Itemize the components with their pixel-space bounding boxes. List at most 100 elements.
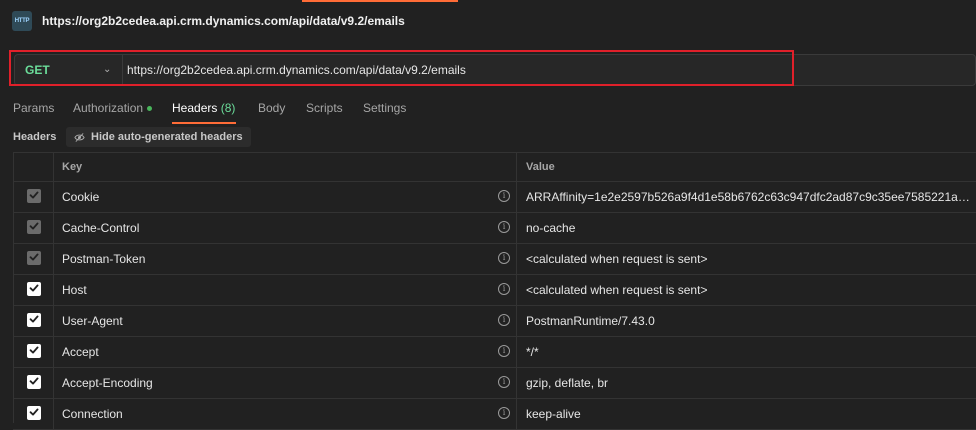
info-icon[interactable]: i (498, 252, 510, 264)
table-row[interactable]: Host i <calculated when request is sent> (13, 275, 976, 306)
header-key: Host (62, 283, 87, 297)
value-cell[interactable]: <calculated when request is sent> (517, 244, 976, 274)
request-tabs: Params Authorization Headers (8) Body Sc… (0, 94, 976, 124)
value-cell[interactable]: gzip, deflate, br (517, 368, 976, 398)
header-key-cell: Key (53, 152, 517, 181)
header-enabled-checkbox[interactable] (27, 189, 41, 203)
table-row[interactable]: Postman-Token i <calculated when request i… (13, 244, 976, 275)
header-value: gzip, deflate, br (526, 376, 609, 390)
header-key: Cache-Control (62, 221, 140, 235)
tab-label: Params (13, 101, 55, 115)
header-key: Connection (62, 407, 123, 421)
http-icon: HTTP (12, 11, 32, 31)
key-cell[interactable]: Accept i (53, 337, 517, 367)
hide-button-label: Hide auto-generated headers (91, 131, 243, 143)
info-icon[interactable]: i (498, 283, 510, 295)
header-key: Cookie (62, 190, 100, 204)
header-enabled-checkbox[interactable] (27, 344, 41, 358)
auth-indicator-dot (147, 106, 153, 112)
key-cell[interactable]: Connection i (53, 399, 517, 429)
key-cell[interactable]: Postman-Token i (53, 244, 517, 274)
check-cell (13, 306, 54, 336)
value-cell[interactable]: <calculated when request is sent> (517, 275, 976, 305)
key-column-header: Key (62, 161, 83, 173)
tab-label: Body (258, 101, 286, 115)
info-icon[interactable]: i (498, 221, 510, 233)
header-key: Accept (62, 345, 99, 359)
header-enabled-checkbox[interactable] (27, 313, 41, 327)
tab-body[interactable]: Body (258, 101, 285, 115)
checkmark-icon (29, 344, 39, 358)
header-enabled-checkbox[interactable] (27, 282, 41, 296)
active-tab-underline (172, 122, 236, 124)
check-cell (13, 399, 54, 429)
tab-label: Scripts (306, 101, 343, 115)
headers-table: Key Value Cookie i ARRAffinity=1e2e2597b52… (13, 152, 976, 430)
hide-auto-generated-button[interactable]: Hide auto-generated headers (66, 127, 251, 147)
header-value: <calculated when request is sent> (526, 252, 708, 266)
value-cell[interactable]: PostmanRuntime/7.43.0 (517, 306, 976, 336)
header-enabled-checkbox[interactable] (27, 375, 41, 389)
request-titlebar: HTTP https://org2b2cedea.api.crm.dynamic… (0, 0, 976, 42)
header-value: no-cache (526, 221, 576, 235)
check-cell (13, 244, 54, 274)
header-value: PostmanRuntime/7.43.0 (526, 314, 655, 328)
info-icon[interactable]: i (498, 345, 510, 357)
check-cell (13, 182, 54, 212)
check-cell (13, 337, 54, 367)
checkmark-icon (29, 282, 39, 296)
key-cell[interactable]: Accept-Encoding i (53, 368, 517, 398)
table-row[interactable]: Connection i keep-alive (13, 399, 976, 430)
table-row[interactable]: Accept i */* (13, 337, 976, 368)
checkmark-icon (29, 220, 39, 234)
tab-settings[interactable]: Settings (363, 101, 406, 115)
check-cell (13, 368, 54, 398)
table-header-row: Key Value (13, 152, 976, 182)
tab-label: Authorization (73, 101, 144, 115)
info-icon[interactable]: i (498, 376, 510, 388)
checkmark-icon (29, 313, 39, 327)
tab-scripts[interactable]: Scripts (306, 101, 343, 115)
value-cell[interactable]: keep-alive (517, 399, 976, 429)
headers-section-label: Headers (13, 131, 57, 143)
key-cell[interactable]: User-Agent i (53, 306, 517, 336)
request-title[interactable]: https://org2b2cedea.api.crm.dynamics.com… (42, 14, 405, 28)
info-icon[interactable]: i (498, 407, 510, 419)
header-value: keep-alive (526, 407, 581, 421)
tab-label: Settings (363, 101, 407, 115)
header-enabled-checkbox[interactable] (27, 251, 41, 265)
headers-count: (8) (220, 101, 236, 115)
checkmark-icon (29, 251, 39, 265)
tab-authorization[interactable]: Authorization (73, 101, 153, 115)
checkmark-icon (29, 406, 39, 420)
value-cell[interactable]: */* (517, 337, 976, 367)
checkmark-icon (29, 375, 39, 389)
key-cell[interactable]: Cookie i (53, 182, 517, 212)
header-value: <calculated when request is sent> (526, 283, 708, 297)
value-cell[interactable]: no-cache (517, 213, 976, 243)
header-key: Accept-Encoding (62, 376, 153, 390)
checkmark-icon (29, 189, 39, 203)
tab-params[interactable]: Params (13, 101, 54, 115)
header-enabled-checkbox[interactable] (27, 406, 41, 420)
headers-subheader: Headers Hide auto-generated headers (0, 126, 976, 148)
table-row[interactable]: Cache-Control i no-cache (13, 213, 976, 244)
table-row[interactable]: Cookie i ARRAffinity=1e2e2597b526a9f4d1e58… (13, 182, 976, 213)
header-value-cell: Value (517, 152, 976, 181)
key-cell[interactable]: Host i (53, 275, 517, 305)
check-cell (13, 275, 54, 305)
header-value: ARRAffinity=1e2e2597b526a9f4d1e58b6762c6… (526, 190, 976, 204)
value-column-header: Value (526, 161, 555, 173)
table-row[interactable]: User-Agent i PostmanRuntime/7.43.0 (13, 306, 976, 337)
tab-headers[interactable]: Headers (8) (172, 101, 235, 115)
value-cell[interactable]: ARRAffinity=1e2e2597b526a9f4d1e58b6762c6… (517, 182, 976, 212)
info-icon[interactable]: i (498, 314, 510, 326)
eye-slash-icon (74, 132, 85, 142)
key-cell[interactable]: Cache-Control i (53, 213, 517, 243)
header-enabled-checkbox[interactable] (27, 220, 41, 234)
header-key: Postman-Token (62, 252, 146, 266)
table-row[interactable]: Accept-Encoding i gzip, deflate, br (13, 368, 976, 399)
info-icon[interactable]: i (498, 190, 510, 202)
header-value: */* (526, 345, 539, 359)
header-key: User-Agent (62, 314, 123, 328)
